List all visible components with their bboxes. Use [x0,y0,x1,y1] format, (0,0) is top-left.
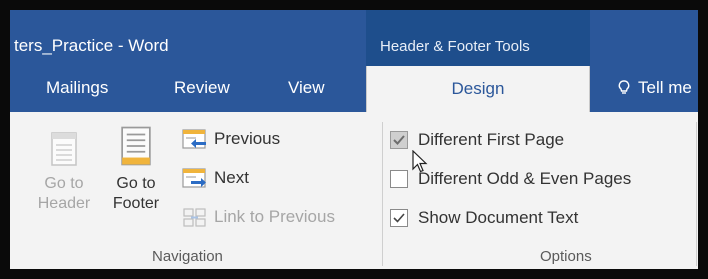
ribbon-tab-row: Mailings Review View Design [10,66,698,112]
tab-view[interactable]: View [288,78,325,98]
go-to-header-button[interactable]: Go to Header [34,132,94,214]
next-section-icon [182,168,206,188]
different-odd-even-checkbox[interactable] [390,170,408,188]
tab-review[interactable]: Review [174,78,230,98]
go-to-header-line2: Header [37,195,91,212]
previous-label: Previous [214,129,281,148]
previous-section-icon [182,129,206,149]
different-odd-even-label: Different Odd & Even Pages [418,169,632,188]
navigation-group-label: Navigation [152,248,223,265]
next-button[interactable]: Next [182,167,249,189]
checkmark-icon [393,135,405,145]
next-label: Next [214,168,249,187]
word-window: ters_Practice - Word Header & Footer Too… [10,10,698,269]
context-group-title: Header & Footer Tools [380,38,530,55]
group-divider [696,122,697,266]
go-to-header-icon [51,132,77,166]
go-to-footer-button[interactable]: Go to Footer [104,126,168,214]
checkmark-icon [393,213,405,223]
tell-me-box[interactable]: Tell me [618,78,692,98]
different-first-page-label: Different First Page [418,130,565,149]
go-to-header-line1: Go to [44,175,84,192]
group-divider [382,122,383,266]
mouse-pointer-icon [412,150,428,173]
lightbulb-icon [618,80,630,94]
previous-button[interactable]: Previous [182,128,280,150]
link-to-previous-icon [183,208,206,227]
show-document-text-checkbox[interactable] [390,209,408,227]
header-footer-tools-context: Header & Footer Tools [366,10,590,66]
title-bar: ters_Practice - Word Header & Footer Too… [10,10,698,66]
go-to-footer-line1: Go to [116,175,156,192]
document-title: ters_Practice - Word [14,36,169,55]
go-to-footer-icon [121,126,151,166]
tab-mailings[interactable]: Mailings [46,78,108,98]
tell-me-label: Tell me [638,78,692,97]
link-to-previous-button[interactable]: Link to Previous [182,206,335,228]
tab-design[interactable]: Design [366,66,590,112]
show-document-text-option[interactable]: Show Document Text [390,208,578,228]
show-document-text-label: Show Document Text [418,208,579,227]
options-group-label: Options [540,248,592,265]
different-first-page-option[interactable]: Different First Page [390,130,564,150]
different-first-page-checkbox[interactable] [390,131,408,149]
link-to-previous-label: Link to Previous [214,207,335,226]
go-to-footer-line2: Footer [112,195,160,212]
